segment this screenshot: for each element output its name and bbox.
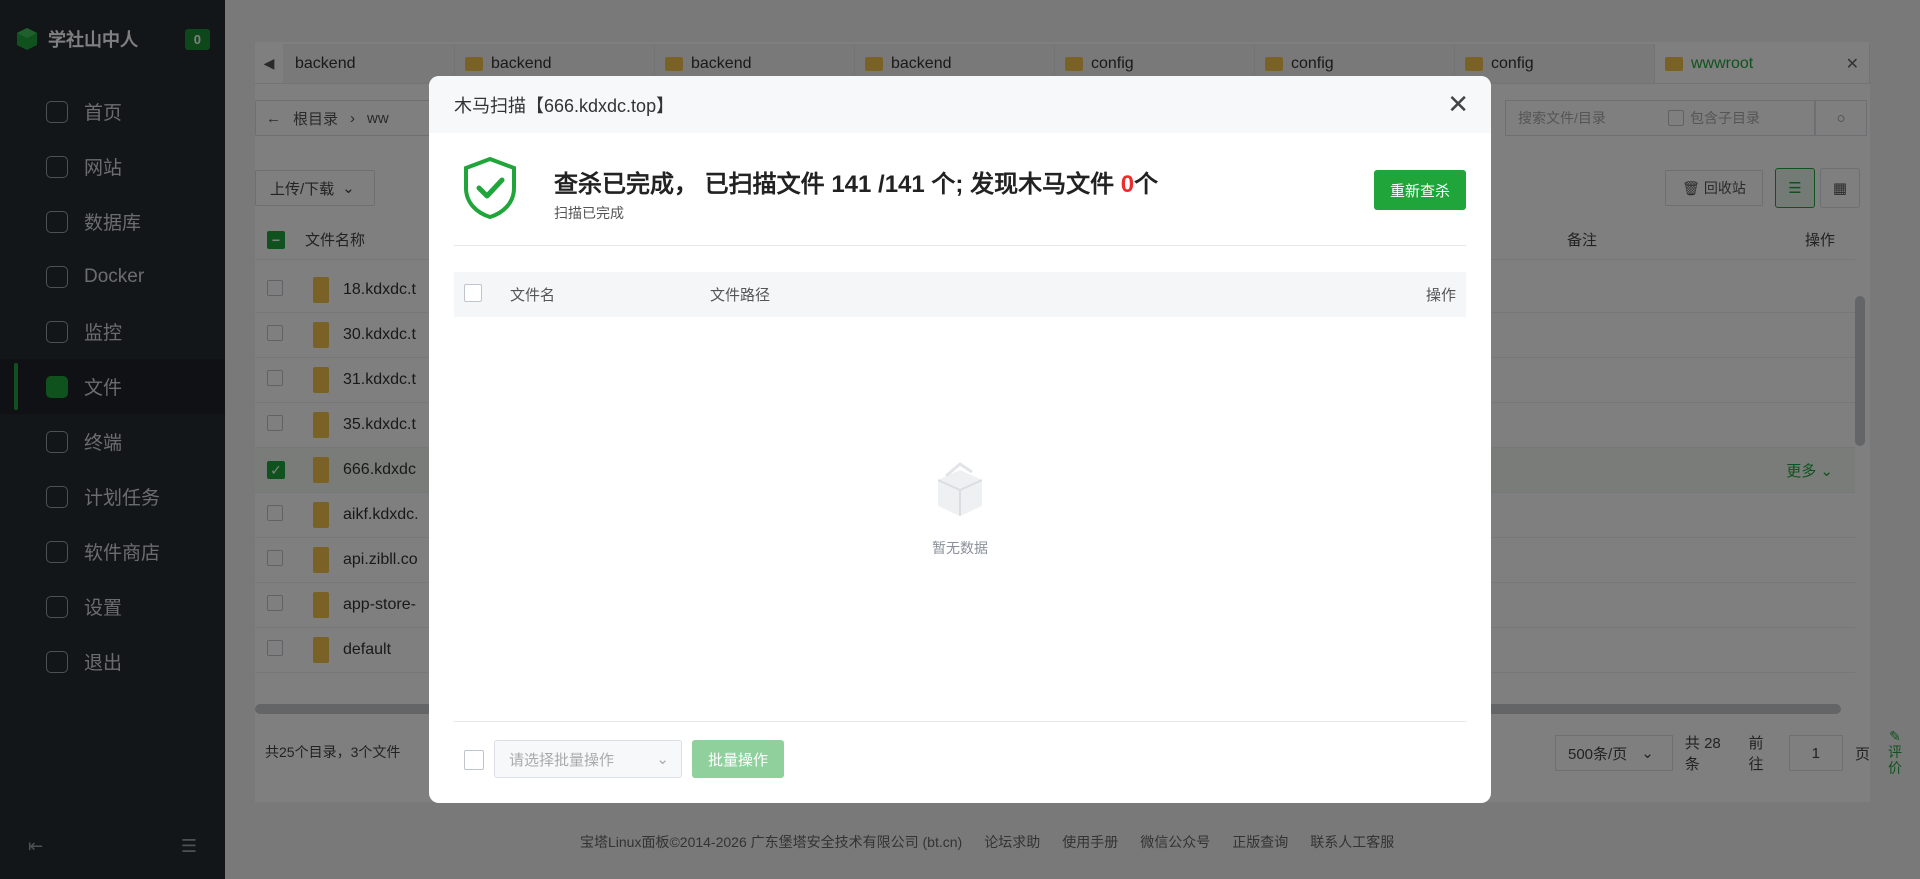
empty-state: 暂无数据 (429, 456, 1491, 558)
scan-result-prefix: 查杀已完成， 已扫描文件 141 /141 个; 发现木马文件 (554, 171, 1121, 198)
empty-text: 暂无数据 (932, 540, 988, 556)
scan-summary: 查杀已完成， 已扫描文件 141 /141 个; 发现木马文件 0个 扫描已完成… (454, 156, 1466, 246)
footer-select-checkbox[interactable] (464, 750, 484, 770)
column-ops: 操作 (1425, 287, 1456, 304)
scan-status: 扫描已完成 (554, 205, 624, 221)
trojan-count: 0 (1120, 171, 1135, 198)
empty-box-icon (937, 462, 983, 516)
chevron-down-icon: ⌄ (656, 751, 669, 768)
batch-action-select[interactable]: 请选择批量操作 ⌄ (494, 740, 682, 778)
rescan-button[interactable]: 重新查杀 (1374, 170, 1466, 210)
shield-check-icon (464, 156, 516, 220)
batch-action-button[interactable]: 批量操作 (692, 740, 784, 778)
scan-result-suffix: 个 (1134, 171, 1159, 198)
scan-result-title: 查杀已完成， 已扫描文件 141 /141 个; 发现木马文件 0个 (554, 164, 1158, 199)
dialog-title: 木马扫描【666.kdxdc.top】 (454, 95, 675, 116)
batch-placeholder: 请选择批量操作 (509, 751, 615, 769)
column-filename: 文件名 (510, 287, 556, 304)
result-table-header: 文件名 文件路径 操作 (454, 272, 1466, 317)
column-filepath: 文件路径 (710, 287, 771, 304)
close-icon[interactable]: ✕ (1447, 90, 1469, 118)
dialog-header: 木马扫描【666.kdxdc.top】 (429, 76, 1491, 133)
trojan-scan-dialog: 木马扫描【666.kdxdc.top】 ✕ 查杀已完成， 已扫描文件 141 /… (429, 76, 1491, 803)
dialog-footer: 请选择批量操作 ⌄ 批量操作 (454, 721, 1466, 803)
select-all-checkbox[interactable] (464, 283, 482, 302)
